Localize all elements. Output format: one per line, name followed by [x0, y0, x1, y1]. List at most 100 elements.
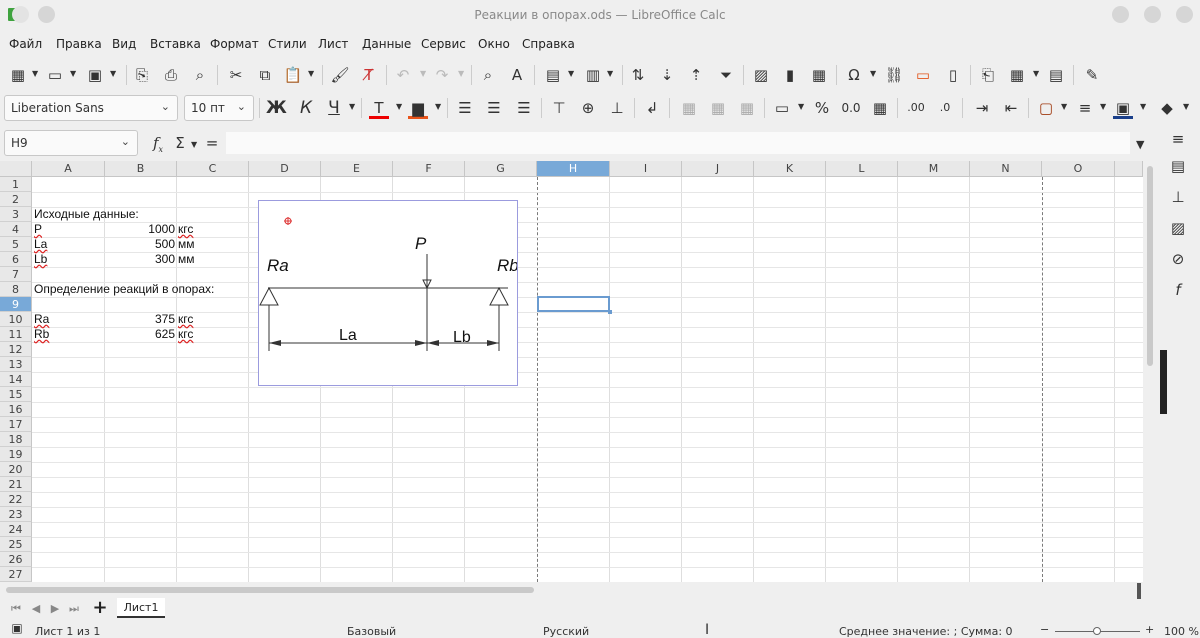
cell-A5[interactable]: La [34, 237, 47, 252]
sort-descending-icon[interactable]: ⇡ [686, 65, 706, 85]
save-dropdown-icon[interactable]: ▼ [110, 69, 116, 78]
spelling-icon[interactable]: A [507, 65, 527, 85]
add-sheet-icon[interactable]: + [90, 598, 110, 618]
increase-indent-icon[interactable]: ⇥ [972, 98, 992, 118]
row-header[interactable]: 6 [0, 252, 32, 267]
cell-A8[interactable]: Определение реакций в опорах: [34, 282, 214, 297]
row-header[interactable]: 26 [0, 552, 32, 567]
delete-decimal-icon[interactable]: .0 [935, 98, 955, 118]
cell-B6[interactable]: 300 [105, 252, 175, 267]
menu-window[interactable]: Окно [478, 37, 510, 51]
select-all-corner[interactable] [0, 161, 32, 177]
cell-A6[interactable]: Lb [34, 252, 47, 267]
column-header[interactable]: N [970, 161, 1042, 177]
align-top-icon[interactable]: ⊤ [549, 98, 569, 118]
date-format-icon[interactable]: ▦ [870, 98, 890, 118]
zoom-out-button[interactable]: − [1040, 623, 1049, 636]
column-header[interactable]: F [393, 161, 465, 177]
font-name-combo[interactable]: Liberation Sans ⌄ [4, 95, 178, 121]
row-header[interactable]: 20 [0, 462, 32, 477]
vertical-scrollbar[interactable] [1147, 166, 1153, 366]
row-header[interactable]: 23 [0, 507, 32, 522]
status-page-style[interactable]: Базовый [347, 625, 396, 638]
menu-sheet[interactable]: Лист [318, 37, 348, 51]
row-header[interactable]: 24 [0, 522, 32, 537]
menu-view[interactable]: Вид [112, 37, 136, 51]
add-decimal-icon[interactable]: .00 [906, 98, 926, 118]
export-pdf-icon[interactable]: ⎘ [132, 65, 152, 85]
split-window-icon[interactable]: ▤ [1046, 65, 1066, 85]
cell-C10[interactable]: кгс [178, 312, 193, 327]
freeze-icon[interactable]: ▦ [1007, 65, 1027, 85]
open-dropdown-icon[interactable]: ▼ [70, 69, 76, 78]
column-header[interactable]: A [32, 161, 105, 177]
column-icon[interactable]: ▥ [583, 65, 603, 85]
column-header[interactable]: O [1042, 161, 1115, 177]
cell-B11[interactable]: 625 [105, 327, 175, 342]
row-header[interactable]: 17 [0, 417, 32, 432]
draw-functions-icon[interactable]: ✎ [1082, 65, 1102, 85]
previous-sheet-icon[interactable]: ◀ [26, 599, 46, 619]
autofilter-icon[interactable]: ⏷ [716, 65, 736, 85]
row-header[interactable]: 18 [0, 432, 32, 447]
sort-ascending-icon[interactable]: ⇣ [657, 65, 677, 85]
redo-icon[interactable]: ↷ [432, 65, 452, 85]
clear-format-icon[interactable]: T̸ [359, 65, 379, 85]
menu-data[interactable]: Данные [362, 37, 411, 51]
column-header[interactable]: J [682, 161, 754, 177]
sort-icon[interactable]: ⇅ [628, 65, 648, 85]
function-wizard-icon[interactable]: fx [148, 133, 168, 154]
print-preview-icon[interactable]: ⌕ [190, 65, 210, 85]
decrease-indent-icon[interactable]: ⇤ [1001, 98, 1021, 118]
menu-file[interactable]: Файл [9, 37, 42, 51]
cell-A3[interactable]: Исходные данные: [34, 207, 139, 222]
sum-icon[interactable]: Σ [170, 133, 190, 153]
cell-B4[interactable]: 1000 [105, 222, 175, 237]
row-header[interactable]: 10 [0, 312, 32, 327]
menu-insert[interactable]: Вставка [150, 37, 201, 51]
cell-A11[interactable]: Rb [34, 327, 49, 342]
background-color-icon[interactable]: ◆ [1157, 98, 1177, 118]
cell-A4[interactable]: P [34, 222, 42, 237]
undo-dropdown-icon[interactable]: ▼ [420, 69, 426, 78]
menu-edit[interactable]: Правка [56, 37, 102, 51]
cell-C5[interactable]: мм [178, 237, 195, 252]
close-button[interactable] [1176, 6, 1193, 23]
cell-B10[interactable]: 375 [105, 312, 175, 327]
next-sheet-icon[interactable]: ▶ [45, 599, 65, 619]
font-color-dropdown-icon[interactable]: ▼ [396, 102, 402, 111]
row-header-selected[interactable]: 9 [0, 297, 32, 312]
underline-dropdown-icon[interactable]: ▼ [349, 102, 355, 111]
maximize-button[interactable] [1144, 6, 1161, 23]
sidebar-menu-icon[interactable]: ≡ [1168, 129, 1188, 149]
undo-icon[interactable]: ↶ [393, 65, 413, 85]
open-icon[interactable]: ▭ [45, 65, 65, 85]
border-color-dropdown-icon[interactable]: ▼ [1140, 102, 1146, 111]
paste-dropdown-icon[interactable]: ▼ [308, 69, 314, 78]
row-header[interactable]: 25 [0, 537, 32, 552]
column-header[interactable]: B [105, 161, 177, 177]
row-header[interactable]: 13 [0, 357, 32, 372]
row-header[interactable]: 11 [0, 327, 32, 342]
row-header[interactable]: 8 [0, 282, 32, 297]
highlight-dropdown-icon[interactable]: ▼ [435, 102, 441, 111]
horizontal-scrollbar[interactable] [6, 587, 534, 593]
expand-formula-bar-icon[interactable]: ▼ [1136, 138, 1144, 151]
row-header[interactable]: 27 [0, 567, 32, 582]
beam-diagram-drawing[interactable]: Ra Rb P La Lb [258, 200, 519, 386]
scrollbar-split-handle[interactable] [1137, 583, 1141, 599]
clone-format-icon[interactable]: 🖌 [330, 65, 350, 85]
row-header[interactable]: 21 [0, 477, 32, 492]
row-header[interactable]: 3 [0, 207, 32, 222]
highlight-icon[interactable]: ▆ [408, 98, 428, 119]
percent-icon[interactable]: % [812, 98, 832, 118]
print-icon[interactable]: ⎙ [161, 65, 181, 85]
column-header[interactable] [1115, 161, 1143, 177]
column-header[interactable]: I [610, 161, 682, 177]
redo-dropdown-icon[interactable]: ▼ [458, 69, 464, 78]
italic-icon[interactable]: К [296, 98, 316, 118]
cell-C11[interactable]: кгс [178, 327, 193, 342]
border-style-dropdown-icon[interactable]: ▼ [1100, 102, 1106, 111]
define-print-area-icon[interactable]: ⎗ [978, 65, 998, 85]
special-char-dropdown-icon[interactable]: ▼ [870, 69, 876, 78]
